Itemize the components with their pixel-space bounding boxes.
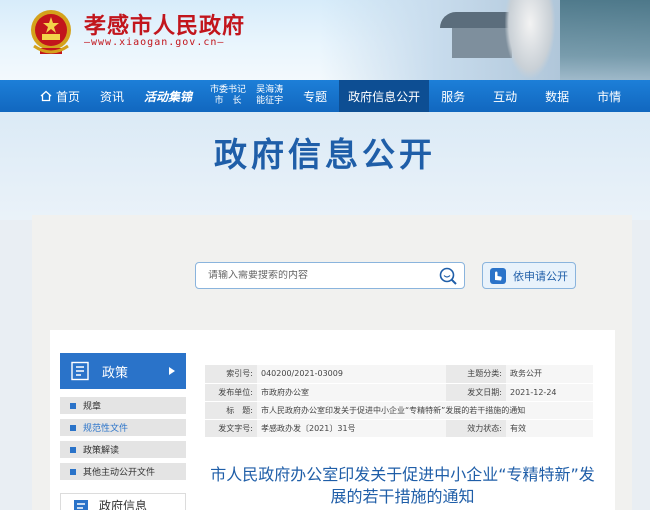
nav-topics[interactable]: 专题 xyxy=(291,80,339,112)
nav-leaders-line2: 市 长 xyxy=(214,96,242,106)
validity-label: 效力状态: xyxy=(446,419,506,438)
document-icon xyxy=(71,361,89,381)
index-number-value: 040200/2021-03009 xyxy=(257,365,446,384)
issue-date-value: 2021-12-24 xyxy=(506,383,593,402)
site-title[interactable]: 孝感市人民政府 xyxy=(84,8,245,40)
bullet-icon xyxy=(70,446,76,453)
subject-category-label: 主题分类: xyxy=(446,365,506,384)
title-label: 标 题: xyxy=(205,401,257,420)
sidebar-head-policy[interactable]: 政策 xyxy=(60,353,186,389)
page-title: 政府信息公开 xyxy=(214,135,436,174)
table-row: 发文字号: 孝感政办发〔2021〕31号 效力状态: 有效 xyxy=(205,419,593,438)
nav-leader-names-line2: 能征宇 xyxy=(256,96,284,106)
sidebar-item-other-docs[interactable]: 其他主动公开文件 xyxy=(60,463,186,480)
national-emblem-icon[interactable] xyxy=(28,8,74,58)
sidebar-item-policy-interpretation[interactable]: 政策解读 xyxy=(60,441,186,458)
sidebar-head2-label: 政府信息 xyxy=(99,499,148,510)
nav-home[interactable]: 首页 xyxy=(30,80,90,112)
nav-leader-names[interactable]: 吴海涛 能征宇 xyxy=(254,80,291,112)
title-value: 市人民政府办公室印发关于促进中小企业“专精特新”发展的若干措施的通知 xyxy=(257,401,593,420)
search-icon[interactable] xyxy=(438,266,458,286)
site-banner: 孝感市人民政府 —www.xiaogan.gov.cn— xyxy=(0,0,650,80)
sidebar-item-label: 政策解读 xyxy=(83,446,120,456)
nav-interaction[interactable]: 互动 xyxy=(477,80,533,112)
nav-leaders-line1: 市委书记 xyxy=(210,85,247,95)
document-title: 市人民政府办公室印发关于促进中小企业“专精特新”发展的若干措施的通知 xyxy=(210,465,595,506)
search-input[interactable] xyxy=(208,270,433,281)
issue-date-label: 发文日期: xyxy=(446,383,506,402)
validity-value: 有效 xyxy=(506,419,593,438)
apply-disclosure-button[interactable]: 依申请公开 xyxy=(482,262,576,289)
nav-gov-info[interactable]: 政府信息公开 xyxy=(339,80,430,112)
nav-city-info[interactable]: 市情 xyxy=(581,80,637,112)
issuer-label: 发布单位: xyxy=(205,383,257,402)
home-icon xyxy=(40,90,52,102)
main-nav: 首页 资讯 活动集锦 市委书记 市 长 吴海涛 能征宇 专题 政府信息公开 服务… xyxy=(0,80,650,112)
doc-number-label: 发文字号: xyxy=(205,419,257,438)
banner-statue xyxy=(505,0,555,78)
nav-events[interactable]: 活动集锦 xyxy=(134,80,202,112)
nav-home-label: 首页 xyxy=(56,89,81,104)
subject-category-value: 政务公开 xyxy=(506,365,593,384)
site-url: —www.xiaogan.gov.cn— xyxy=(84,37,225,48)
caret-right-icon xyxy=(169,367,175,375)
nav-news[interactable]: 资讯 xyxy=(90,80,134,112)
table-row: 标 题: 市人民政府办公室印发关于促进中小企业“专精特新”发展的若干措施的通知 xyxy=(205,401,593,420)
index-number-label: 索引号: xyxy=(205,365,257,384)
bullet-icon xyxy=(70,402,76,409)
apply-disclosure-label: 依申请公开 xyxy=(513,269,568,283)
nav-services[interactable]: 服务 xyxy=(429,80,477,112)
info-document-icon xyxy=(74,499,88,510)
apply-hand-icon xyxy=(490,267,506,284)
sidebar-item-label: 规章 xyxy=(83,402,102,412)
nav-leaders[interactable]: 市委书记 市 长 xyxy=(202,80,254,112)
sidebar-item-normative-docs[interactable]: 规范性文件 xyxy=(60,419,186,436)
table-row: 索引号: 040200/2021-03009 主题分类: 政务公开 xyxy=(205,365,593,384)
sidebar-head-gov-info[interactable]: 政府信息 xyxy=(60,493,186,510)
bullet-icon xyxy=(70,468,76,475)
issuer-value: 市政府办公室 xyxy=(257,383,446,402)
banner-trees xyxy=(560,0,650,80)
doc-number-value: 孝感政办发〔2021〕31号 xyxy=(257,419,446,438)
table-row: 发布单位: 市政府办公室 发文日期: 2021-12-24 xyxy=(205,383,593,402)
banner-pavilion xyxy=(452,28,512,58)
sidebar-item-label: 规范性文件 xyxy=(83,424,129,434)
sidebar-item-rules[interactable]: 规章 xyxy=(60,397,186,414)
document-info-table: 索引号: 040200/2021-03009 主题分类: 政务公开 发布单位: … xyxy=(205,365,593,438)
sidebar-item-label: 其他主动公开文件 xyxy=(83,468,156,478)
nav-leader-names-line1: 吴海涛 xyxy=(256,85,284,95)
nav-data[interactable]: 数据 xyxy=(533,80,581,112)
sidebar: 政策 规章 规范性文件 政策解读 其他主动公开文件 xyxy=(60,353,186,480)
search-box xyxy=(195,262,465,289)
sidebar-head-label: 政策 xyxy=(102,365,129,381)
bullet-icon xyxy=(70,424,76,431)
